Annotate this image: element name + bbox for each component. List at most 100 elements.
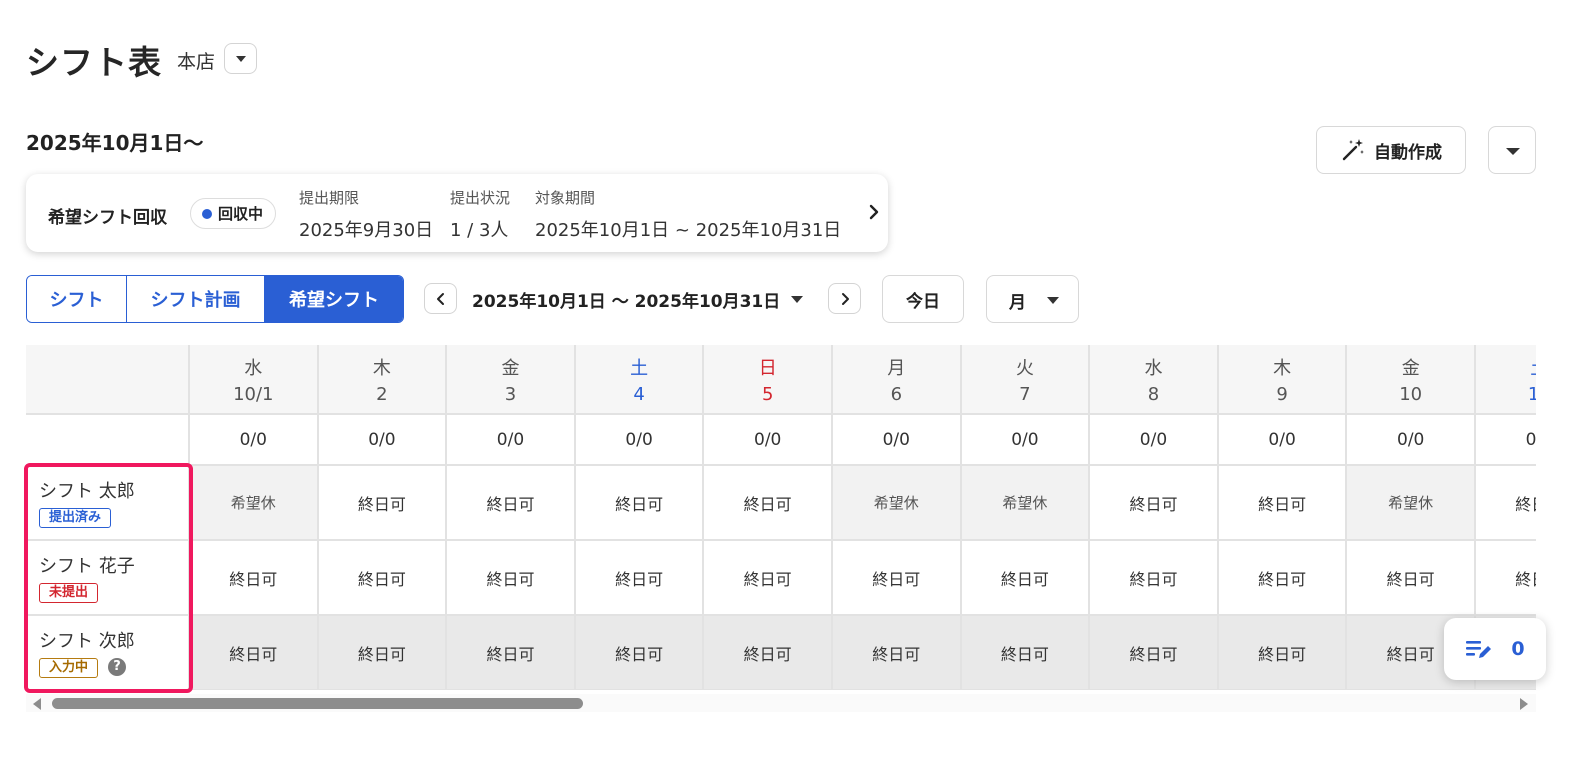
shift-request-cell[interactable]: 終日可 xyxy=(1218,541,1348,616)
employee-name: シフト 太郎 xyxy=(39,481,135,502)
auto-create-button[interactable]: 自動作成 xyxy=(1316,126,1466,174)
scroll-right-arrow-icon[interactable] xyxy=(1520,698,1528,710)
view-mode-label: 月 xyxy=(1009,293,1026,313)
shift-request-cell[interactable]: 希望休 xyxy=(1347,466,1476,541)
shift-request-cell[interactable]: 終日可 xyxy=(318,541,448,616)
shift-request-cell[interactable]: 終日可 xyxy=(190,541,319,616)
date-label: 11 xyxy=(1527,383,1536,405)
shift-request-cell[interactable]: 終日可 xyxy=(1218,466,1348,541)
staff-count-cell: 0/0 xyxy=(1218,415,1348,466)
shift-request-cell[interactable]: 終日可 xyxy=(1476,466,1536,541)
store-dropdown-button[interactable] xyxy=(224,43,257,74)
date-label: 4 xyxy=(633,383,645,405)
shift-request-cell[interactable]: 終日可 xyxy=(447,466,576,541)
tab-shift[interactable]: シフト xyxy=(27,276,127,322)
shift-request-cell[interactable]: 終日可 xyxy=(447,616,576,690)
period-label: 対象期間 xyxy=(535,189,596,207)
shift-request-cell[interactable]: 終日可 xyxy=(961,616,1091,690)
magic-wand-icon xyxy=(1342,139,1364,161)
shift-request-cell[interactable]: 終日可 xyxy=(190,616,319,690)
day-header-cell: 木9 xyxy=(1218,345,1348,415)
employee-count-cell xyxy=(26,415,190,466)
period-value: 2025年10月1日 ~ 2025年10月31日 xyxy=(535,220,842,241)
employee-status-line: 未提出 xyxy=(39,581,99,603)
today-button[interactable]: 今日 xyxy=(882,275,964,323)
day-header-cell: 日5 xyxy=(704,345,833,415)
employee-name-cell[interactable]: シフト 次郎 入力中? xyxy=(26,616,190,690)
view-mode-select[interactable]: 月 xyxy=(986,275,1079,323)
staff-count-cell: 0/0 xyxy=(447,415,576,466)
shift-request-cell[interactable]: 希望休 xyxy=(961,466,1091,541)
shift-request-collection-card[interactable]: 希望シフト回収 回収中 提出期限 2025年9月30日 提出状況 1 / 3人 … xyxy=(26,174,888,252)
shift-request-cell[interactable]: 終日可 xyxy=(1476,541,1536,616)
deadline-value: 2025年9月30日 xyxy=(299,220,434,241)
shift-request-cell[interactable]: 終日可 xyxy=(575,466,705,541)
help-icon[interactable]: ? xyxy=(108,657,127,676)
shift-request-cell[interactable]: 終日可 xyxy=(1347,541,1476,616)
date-range-label[interactable]: 2025年10月1日 〜 2025年10月31日 xyxy=(472,287,780,312)
staff-count-cell: 0/0 xyxy=(833,415,962,466)
caret-down-icon xyxy=(236,56,246,62)
submission-status-badge: 未提出 xyxy=(39,583,99,603)
shift-request-cell[interactable]: 終日可 xyxy=(833,616,962,690)
employee-status-line: 提出済み xyxy=(39,506,112,528)
shift-request-cell[interactable]: 終日可 xyxy=(575,616,705,690)
date-heading: 2025年10月1日〜 xyxy=(26,131,204,155)
staff-count-cell: 0/0 xyxy=(961,415,1091,466)
shift-request-cell[interactable]: 終日可 xyxy=(447,541,576,616)
collection-title: 希望シフト回収 xyxy=(48,208,167,228)
next-period-button[interactable] xyxy=(828,283,861,314)
page-title: シフト表 xyxy=(26,43,162,82)
shift-request-cell[interactable]: 終日可 xyxy=(1218,616,1348,690)
employee-header-cell xyxy=(26,345,190,415)
submission-status-badge: 入力中 xyxy=(39,658,99,678)
deadline-label: 提出期限 xyxy=(299,189,360,207)
weekday-label: 土 xyxy=(630,357,649,379)
chevron-left-icon xyxy=(437,293,444,305)
staff-count-cell: 0/0 xyxy=(575,415,705,466)
weekday-label: 土 xyxy=(1530,354,1536,380)
shift-request-cell[interactable]: 終日可 xyxy=(1090,466,1219,541)
day-header-cell: 木2 xyxy=(318,345,448,415)
weekday-label: 木 xyxy=(372,357,391,379)
day-header-cell: 金3 xyxy=(447,345,576,415)
shift-request-cell[interactable]: 終日可 xyxy=(833,541,962,616)
shift-request-cell[interactable]: 終日可 xyxy=(1090,616,1219,690)
scrollbar-thumb[interactable] xyxy=(52,698,583,709)
date-label: 10/1 xyxy=(233,383,274,405)
scroll-left-arrow-icon[interactable] xyxy=(33,698,41,710)
shift-request-cell[interactable]: 終日可 xyxy=(575,541,705,616)
weekday-label: 木 xyxy=(1273,357,1292,379)
tab-requested-shift[interactable]: 希望シフト xyxy=(265,276,403,322)
day-header-cell: 土 11 xyxy=(1476,345,1536,415)
submission-status-badge: 提出済み xyxy=(39,508,112,528)
collection-status-text: 回収中 xyxy=(218,205,264,223)
weekday-label: 火 xyxy=(1015,357,1034,379)
shift-request-cell[interactable]: 終日可 xyxy=(704,541,833,616)
day-header-cell: 水8 xyxy=(1090,345,1219,415)
employee-name-cell[interactable]: シフト 太郎 提出済み xyxy=(26,466,190,541)
shift-request-cell[interactable]: 終日可 xyxy=(318,616,448,690)
date-label: 5 xyxy=(761,383,774,405)
auto-create-menu-button[interactable] xyxy=(1488,126,1536,174)
shift-request-cell[interactable]: 終日可 xyxy=(961,541,1091,616)
employee-name-cell[interactable]: シフト 花子 未提出 xyxy=(26,541,190,616)
employee-name: シフト 花子 xyxy=(39,556,135,577)
pending-edits-count: 0 xyxy=(1511,638,1525,660)
shift-request-cell[interactable]: 希望休 xyxy=(833,466,962,541)
prev-period-button[interactable] xyxy=(424,283,457,314)
staff-count-cell: 0/0 xyxy=(704,415,833,466)
weekday-label: 水 xyxy=(1144,357,1163,379)
pending-edits-button[interactable]: 0 xyxy=(1444,618,1546,680)
shift-request-cell[interactable]: 終日可 xyxy=(704,616,833,690)
caret-down-icon[interactable] xyxy=(791,296,803,303)
shift-request-cell[interactable]: 希望休 xyxy=(190,466,319,541)
shift-request-cell[interactable]: 終日可 xyxy=(704,466,833,541)
shift-request-cell[interactable]: 終日可 xyxy=(1090,541,1219,616)
tab-shift-plan[interactable]: シフト計画 xyxy=(127,276,265,322)
shift-request-cell[interactable]: 終日可 xyxy=(318,466,448,541)
day-header-cell: 土4 xyxy=(575,345,705,415)
staff-count-cell: 0/0 xyxy=(1090,415,1219,466)
weekday-label: 金 xyxy=(501,357,520,379)
collection-status-badge: 回収中 xyxy=(190,198,277,229)
